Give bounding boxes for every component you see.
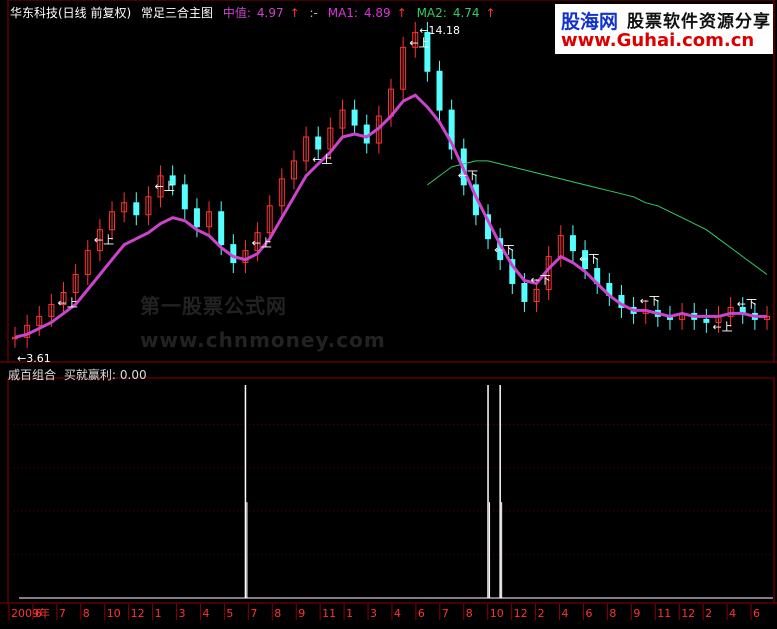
- ma1-label: MA1:: [327, 6, 358, 20]
- x-tick-label: 4: [394, 607, 401, 620]
- x-tick-label: 5: [226, 607, 233, 620]
- x-tick-label: 1: [346, 607, 353, 620]
- logo: 股海网 股票软件资源分享 www.Guhai.com.cn: [555, 4, 773, 54]
- x-tick-label: 6: [753, 607, 760, 620]
- x-tick-label: 3: [370, 607, 377, 620]
- x-tick-label: 6: [35, 607, 42, 620]
- x-tick-label: 8: [274, 607, 281, 620]
- candle-body: [436, 70, 443, 111]
- candle-body: [351, 109, 358, 126]
- signal-label: 买就赢利:: [63, 368, 116, 382]
- candle-body: [181, 184, 188, 210]
- watermark-line2: www.chnmoney.com: [140, 328, 386, 352]
- chart-stage: ←14.18 ←3.61 ←上 ←上 ←上 ←上 ←上 ←上 ←下 ←下 ←下 ←下 ←下 ←上 ←下 20…: [0, 0, 777, 626]
- x-tick-label: 7: [59, 607, 66, 620]
- x-tick-label: 1: [155, 607, 162, 620]
- separator: :-: [309, 6, 318, 20]
- x-tick-label: 11: [657, 607, 671, 620]
- candle-body: [521, 283, 528, 302]
- signal-label: ←上: [58, 296, 78, 309]
- candle-body: [569, 235, 576, 252]
- main-frame: [7, 0, 775, 363]
- candle-body: [703, 318, 710, 323]
- stock-name: 华东科技(日线 前复权): [10, 6, 132, 20]
- sub-chart[interactable]: [19, 385, 773, 599]
- watermark-line1: 第一股票公式网: [140, 294, 287, 318]
- x-tick-label: 10: [107, 607, 121, 620]
- logo-tagline: 股票软件资源分享: [627, 12, 771, 32]
- x-tick-label: 2: [538, 607, 545, 620]
- x-tick-label: 4: [202, 607, 209, 620]
- x-tick-label: 10: [490, 607, 504, 620]
- x-tick-label: 6: [585, 607, 592, 620]
- x-tick-label: 4: [729, 607, 736, 620]
- x-tick-label: 12: [131, 607, 145, 620]
- x-tick-label: 12: [681, 607, 695, 620]
- logo-url: www.Guhai.com.cn: [561, 30, 755, 51]
- x-tick-label: 9: [298, 607, 305, 620]
- x-tick-label: 2: [705, 607, 712, 620]
- chart-svg: ←14.18←3.61←上←上←上←上←上←上←下←下←下←下←下←上←下 20…: [0, 0, 777, 620]
- main-legend: 华东科技(日线 前复权) 常足三合主图 中值: 4.97 ↑ :- MA1: 4.89…: [10, 4, 502, 21]
- candle-body: [193, 208, 200, 228]
- mid-arrow-icon: ↑: [289, 6, 300, 20]
- ma2-label: MA2:: [416, 6, 447, 20]
- x-axis: 2009年6 7 8 10 12 1 3 4 5 7 8 9 11 1 3 4 6 7 8 10 12 2 4 6 8 9 11 12…: [8, 604, 760, 620]
- sub-legend: 戚百组合 买就赢利: 0.00: [8, 366, 151, 383]
- x-tick-label: 4: [562, 607, 569, 620]
- ma2-arrow-icon: ↑: [485, 6, 496, 20]
- x-tick-label: 6: [418, 607, 425, 620]
- main-indicator-name: 常足三合主图: [141, 6, 214, 20]
- low-price-label: ←3.61: [17, 352, 51, 365]
- signal-label: ←上: [712, 320, 732, 333]
- candle-body: [133, 202, 140, 216]
- x-tick-label: 7: [442, 607, 449, 620]
- x-tick-label: 3: [179, 607, 186, 620]
- candle-body: [218, 211, 225, 246]
- signal-label: ←下: [531, 273, 551, 286]
- x-tick-label: 2009年: [11, 606, 50, 620]
- signal-label: ←下: [458, 169, 478, 182]
- signal-label: ←上: [155, 180, 175, 193]
- x-tick-label: 8: [609, 607, 616, 620]
- mid-label: 中值:: [222, 6, 251, 20]
- x-tick-label: 8: [83, 607, 90, 620]
- x-tick-label: 12: [514, 607, 528, 620]
- sub-frame: [7, 377, 775, 604]
- x-tick-label: 7: [250, 607, 257, 620]
- sub-indicator-name: 戚百组合: [8, 368, 57, 382]
- x-tick-label: 8: [466, 607, 473, 620]
- mid-value: 4.97: [256, 6, 284, 20]
- main-chart[interactable]: ←14.18 ←3.61 ←上 ←上 ←上 ←上 ←上 ←上 ←下 ←下 ←下 ←下 ←下 ←上 ←下: [12, 21, 770, 365]
- ma2-value: 4.74: [452, 6, 480, 20]
- signal-label: ←上: [252, 237, 272, 250]
- signal-label: ←下: [640, 294, 660, 307]
- signal-label: ←上: [409, 36, 429, 49]
- signal-value: 0.00: [119, 368, 147, 382]
- ma1-value: 4.89: [363, 6, 391, 20]
- x-tick-label: 9: [633, 607, 640, 620]
- signal-label: ←下: [579, 253, 599, 266]
- x-tick-label: 11: [322, 607, 336, 620]
- signal-label: ←上: [312, 153, 332, 166]
- ma1-arrow-icon: ↑: [396, 6, 407, 20]
- signal-label: ←下: [494, 244, 514, 257]
- high-price-label: ←14.18: [419, 24, 460, 37]
- candle-body: [315, 136, 322, 150]
- signal-label: ←下: [737, 297, 757, 310]
- signal-label: ←上: [94, 234, 114, 247]
